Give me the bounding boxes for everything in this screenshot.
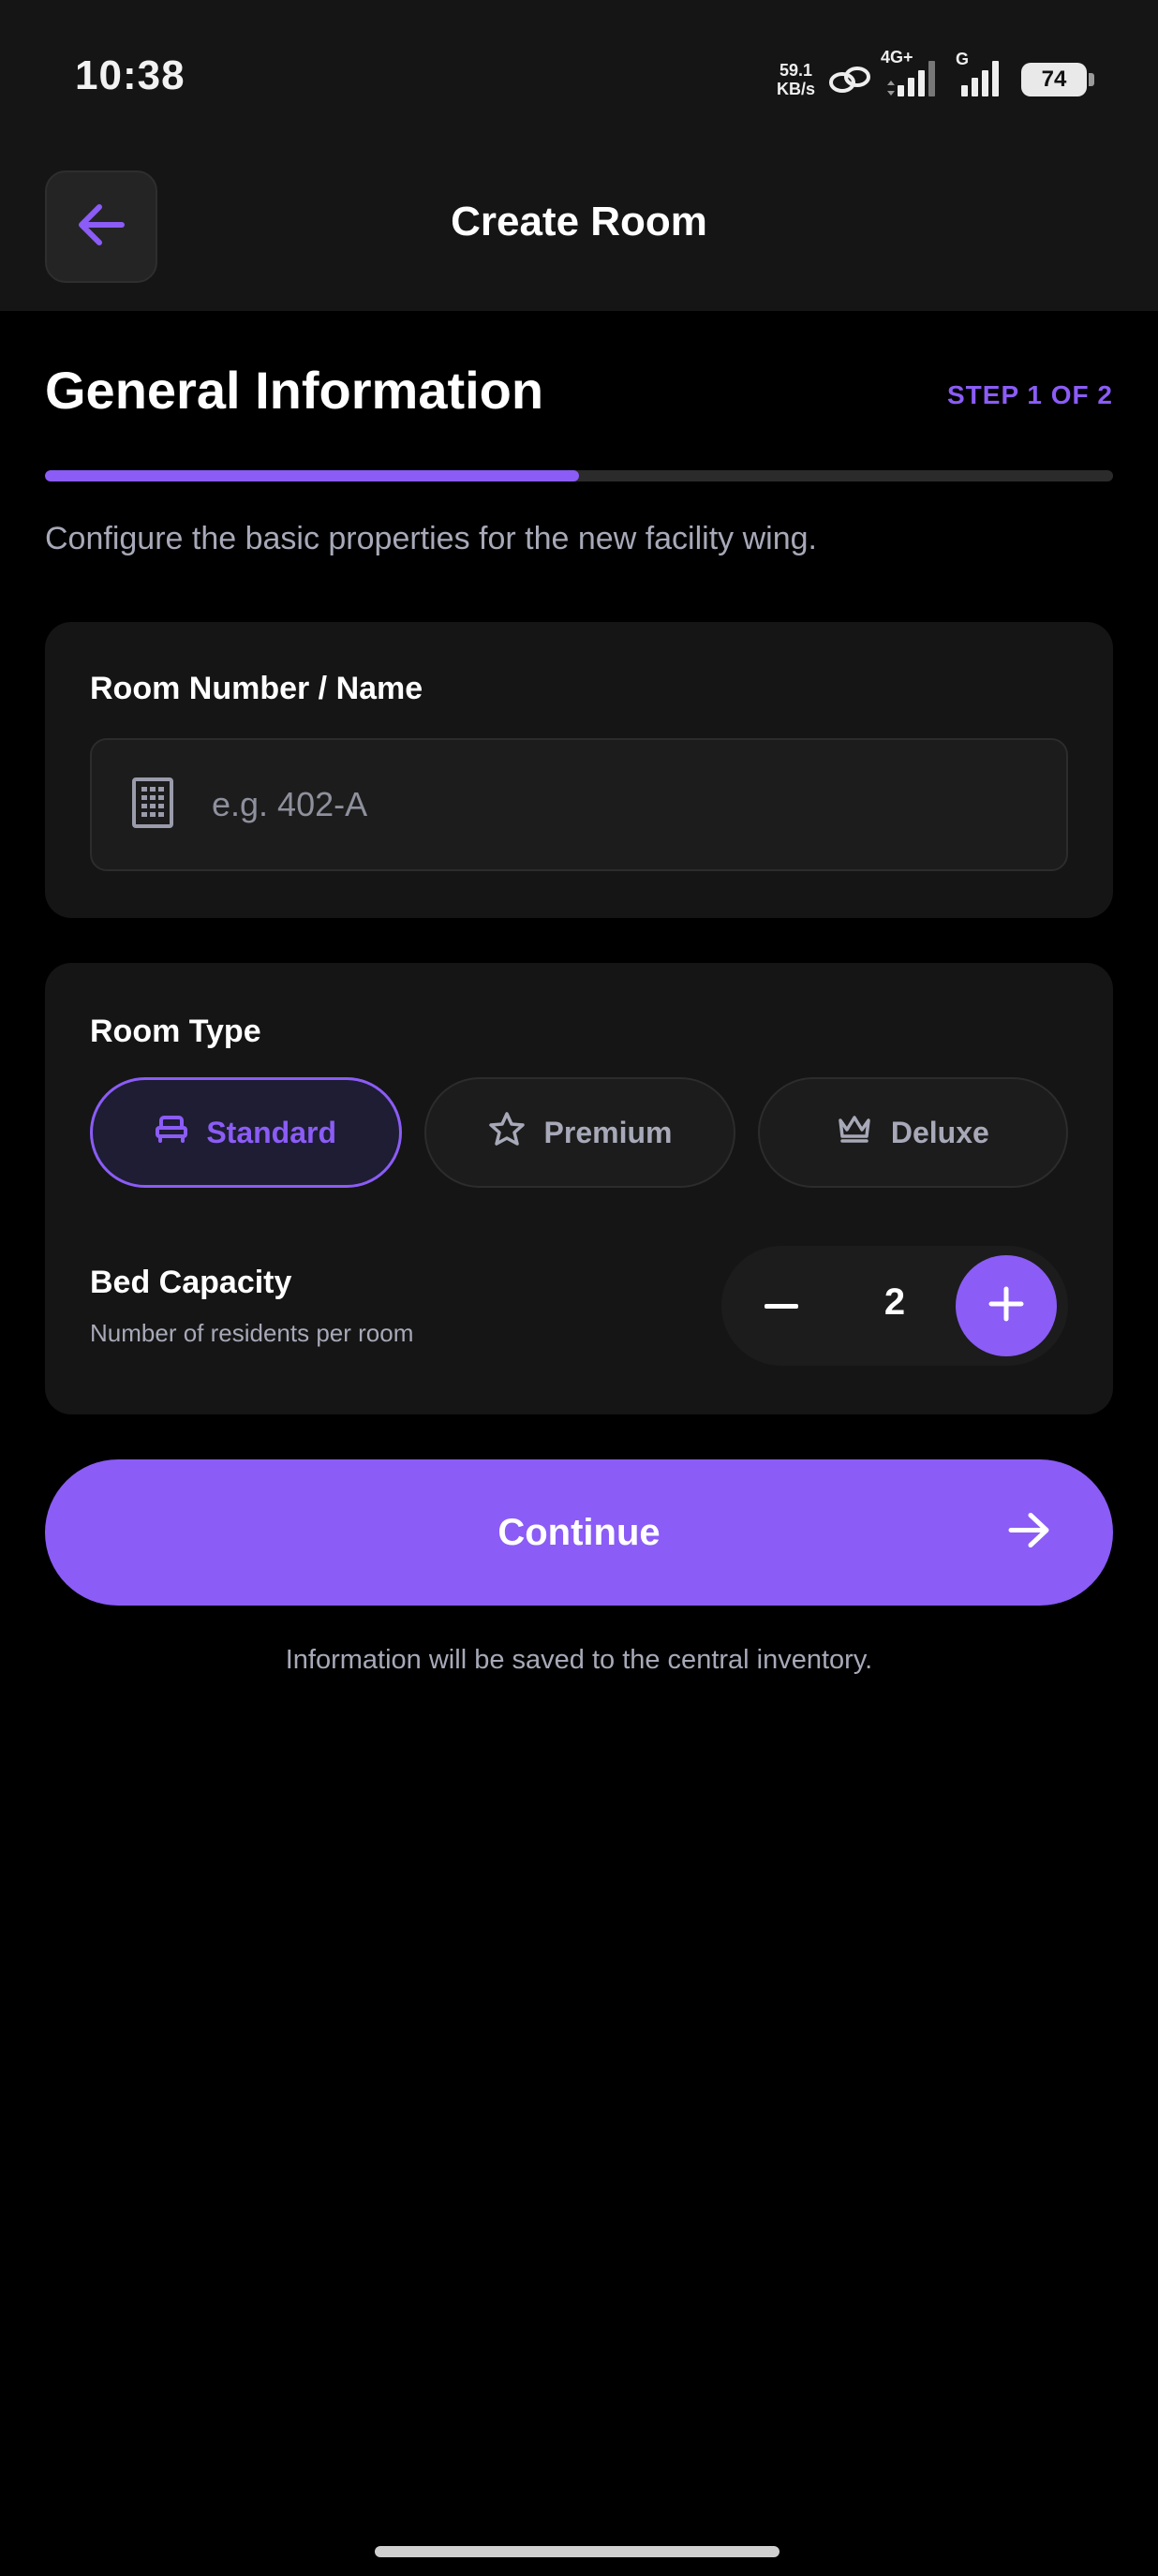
sim2-network-label: G xyxy=(956,49,970,68)
bed-icon xyxy=(156,1115,188,1150)
crown-icon xyxy=(837,1113,872,1152)
room-name-input[interactable] xyxy=(212,785,1017,824)
plus-icon xyxy=(988,1286,1024,1326)
room-name-card: Room Number / Name xyxy=(45,622,1113,918)
status-time: 10:38 xyxy=(75,52,186,98)
room-type-label: Room Type xyxy=(90,1014,261,1049)
building-icon xyxy=(131,777,174,834)
battery-level: 74 xyxy=(1041,67,1067,92)
create-room-screen: 10:38 59.1 KB/s 4G+ G 74 Create Room Gen… xyxy=(0,0,1158,2576)
bed-capacity-stepper: 2 xyxy=(721,1246,1068,1366)
bed-capacity-value: 2 xyxy=(883,1281,906,1323)
room-type-premium[interactable]: Premium xyxy=(424,1077,735,1188)
room-type-card: Room Type Standard Premium Deluxe Bed Ca… xyxy=(45,963,1113,1414)
room-type-deluxe[interactable]: Deluxe xyxy=(757,1077,1068,1188)
network-speed: 59.1 KB/s xyxy=(777,61,815,98)
battery-indicator: 74 xyxy=(1021,63,1094,96)
top-bar: 10:38 59.1 KB/s 4G+ G 74 Create Room xyxy=(0,0,1158,311)
signal-4g-icon: 4G+ xyxy=(881,48,943,103)
page-title: Create Room xyxy=(451,199,707,244)
continue-label: Continue xyxy=(497,1511,661,1553)
room-type-options: Standard Premium Deluxe xyxy=(90,1077,1068,1188)
minus-icon xyxy=(765,1297,798,1314)
room-type-deluxe-label: Deluxe xyxy=(890,1115,989,1149)
section-subtitle: Configure the basic properties for the n… xyxy=(45,521,817,556)
status-icons: 59.1 KB/s 4G+ G 74 xyxy=(777,48,1094,105)
step-indicator: STEP 1 OF 2 xyxy=(947,380,1113,409)
increase-button[interactable] xyxy=(956,1255,1057,1356)
arrow-right-icon xyxy=(1008,1512,1051,1554)
network-speed-unit: KB/s xyxy=(776,80,815,98)
bed-capacity-label: Bed Capacity xyxy=(90,1265,292,1300)
progress-fill xyxy=(45,470,579,481)
room-type-standard[interactable]: Standard xyxy=(90,1077,403,1188)
network-type-label: 4G+ xyxy=(881,47,913,67)
network-speed-value: 59.1 xyxy=(779,61,813,80)
signal-sim2-icon: G xyxy=(956,50,1008,103)
room-type-premium-label: Premium xyxy=(543,1115,673,1149)
room-type-standard-label: Standard xyxy=(206,1115,336,1149)
decrease-button[interactable] xyxy=(731,1255,832,1356)
save-note: Information will be saved to the central… xyxy=(285,1645,873,1675)
room-name-field[interactable] xyxy=(90,738,1068,871)
home-indicator[interactable] xyxy=(375,2546,779,2557)
bed-capacity-hint: Number of residents per room xyxy=(90,1319,414,1347)
progress-bar xyxy=(45,470,1113,481)
hotspot-link-icon xyxy=(828,66,871,94)
continue-button[interactable]: Continue xyxy=(45,1459,1113,1606)
room-name-label: Room Number / Name xyxy=(90,671,423,706)
section-title: General Information xyxy=(45,361,544,420)
star-icon xyxy=(488,1111,526,1154)
